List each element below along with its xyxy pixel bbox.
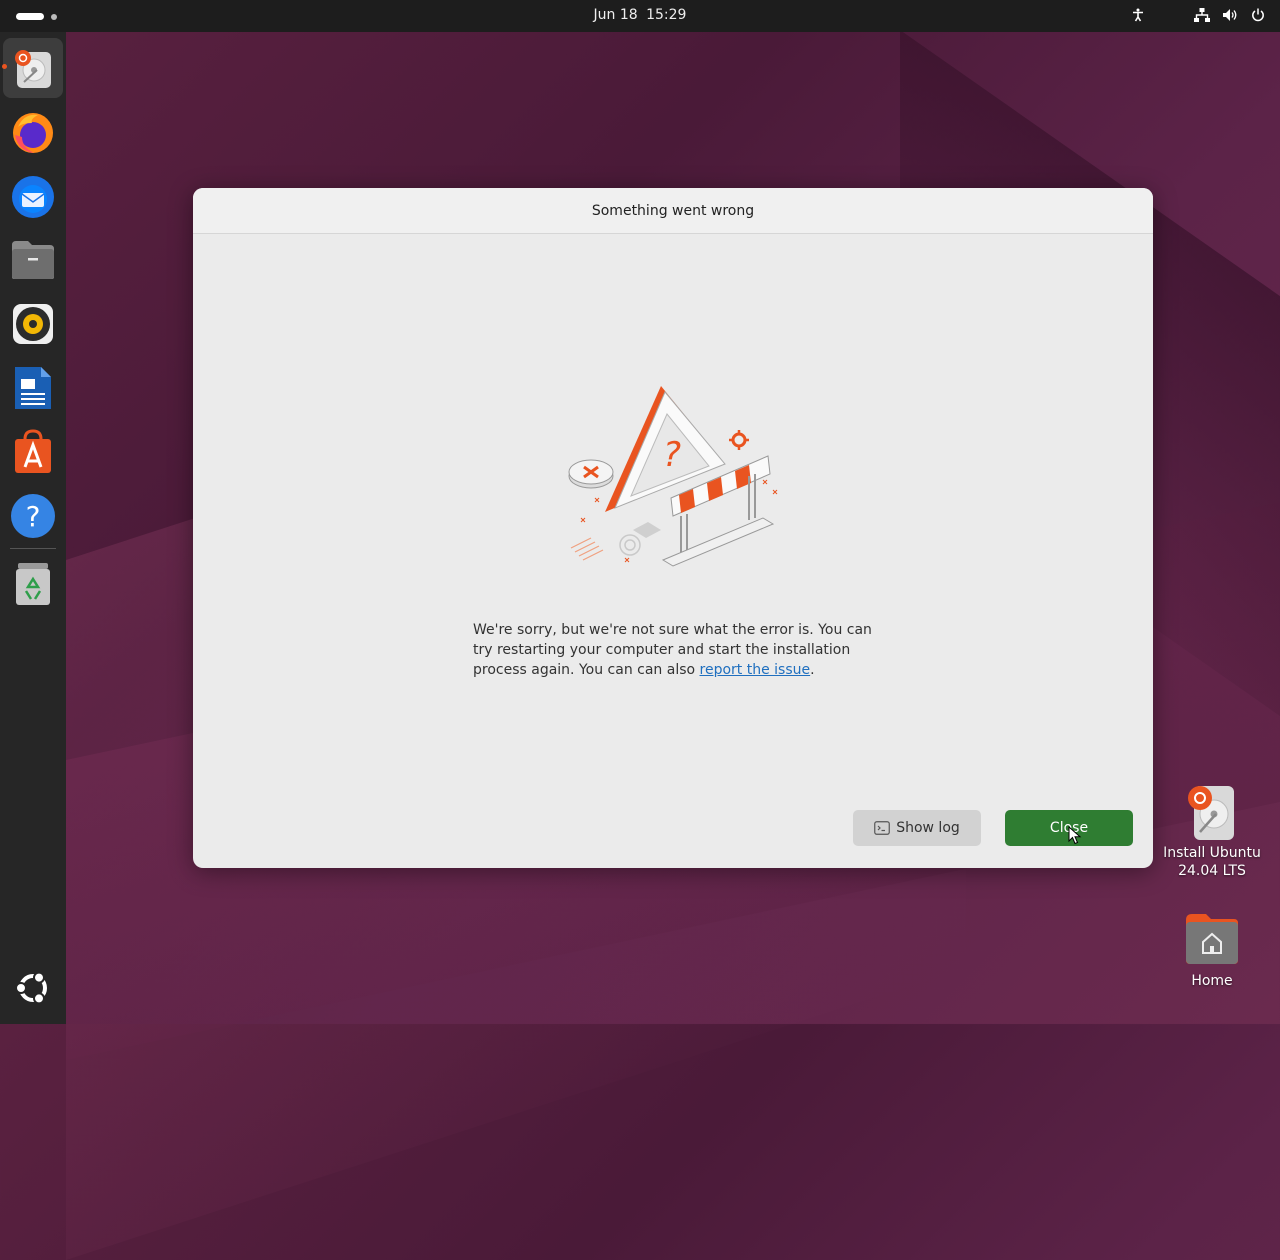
thunderbird-icon: [12, 176, 54, 218]
clock-time: 15:29: [646, 7, 687, 23]
show-apps-button[interactable]: [3, 958, 63, 1018]
firefox-icon: [13, 113, 53, 153]
dock-item-firefox[interactable]: [3, 102, 63, 162]
svg-text:?: ?: [663, 435, 681, 475]
files-icon: [12, 241, 54, 279]
accessibility-icon[interactable]: [1130, 6, 1146, 24]
dock-item-files[interactable]: [3, 230, 63, 290]
app-center-icon: [15, 429, 51, 473]
trash-icon: [16, 563, 50, 605]
dock-item-app-center[interactable]: [3, 422, 63, 482]
desktop-icon-label: 24.04 LTS: [1178, 863, 1246, 879]
error-illustration: ?: [568, 386, 778, 567]
dock-item-writer[interactable]: [3, 358, 63, 418]
rhythmbox-icon: [13, 304, 53, 344]
dock-item-help[interactable]: ?: [3, 486, 63, 546]
desktop-icon-label: Home: [1191, 973, 1233, 989]
error-dialog: Something went wrong ? We're sorry, but …: [193, 188, 1153, 868]
home-folder-icon: [1184, 910, 1240, 966]
network-icon[interactable]: [1194, 6, 1210, 24]
desktop-icon-install-ubuntu[interactable]: Install Ubuntu 24.04 LTS: [1157, 782, 1267, 880]
error-message: We're sorry, but we're not sure what the…: [473, 620, 893, 680]
error-message-end: .: [810, 662, 815, 678]
show-log-button[interactable]: Show log: [853, 810, 981, 846]
dock-item-thunderbird[interactable]: [3, 166, 63, 226]
mouse-pointer-icon: [1068, 826, 1082, 845]
dock-item-trash[interactable]: [3, 554, 63, 614]
clock[interactable]: Jun 18 15:29: [0, 7, 1280, 23]
desktop-icon-label: Install Ubuntu: [1163, 845, 1261, 861]
dock: ?: [0, 32, 66, 1024]
dialog-header: Something went wrong: [193, 188, 1153, 234]
dialog-title: Something went wrong: [591, 202, 755, 219]
writer-icon: [15, 367, 51, 409]
running-indicator: [2, 64, 7, 69]
terminal-icon: [874, 821, 891, 835]
dock-item-install-ubuntu[interactable]: [2, 38, 63, 98]
show-log-label: Show log: [896, 820, 960, 836]
help-icon: ?: [11, 494, 55, 538]
dock-item-rhythmbox[interactable]: [3, 294, 63, 354]
ubuntu-logo-icon: [15, 971, 47, 1005]
svg-text:?: ?: [26, 500, 41, 533]
system-tray[interactable]: [1130, 6, 1266, 24]
report-issue-link[interactable]: report the issue: [700, 662, 811, 678]
top-bar: Jun 18 15:29: [0, 0, 1280, 32]
desktop-icon-home[interactable]: Home: [1157, 910, 1267, 990]
clock-date: Jun 18: [593, 7, 638, 23]
installer-icon: [15, 50, 51, 88]
installer-icon: [1184, 782, 1240, 840]
volume-icon[interactable]: [1222, 6, 1238, 24]
power-icon[interactable]: [1250, 6, 1266, 24]
dock-separator: [10, 548, 56, 549]
